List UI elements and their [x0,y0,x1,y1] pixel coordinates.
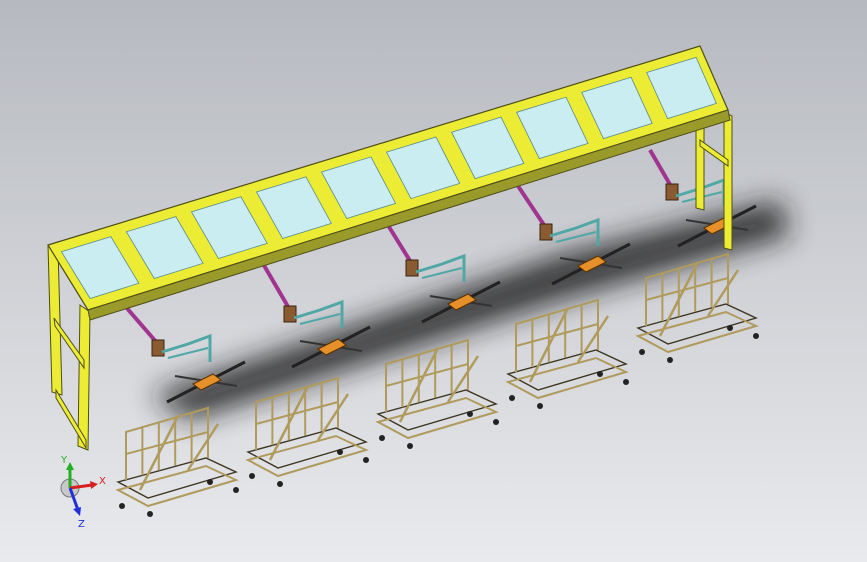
cart-wheel [667,357,673,363]
arm-motor [539,223,553,241]
cart-wheel [509,395,515,401]
cart-wheel [597,371,603,377]
cart-wheel [379,435,385,441]
cart-wheel [753,333,759,339]
right-front-leg [723,111,733,251]
assembly-scene[interactable]: Y X Z [0,0,867,562]
cart-wheel [537,403,543,409]
cart-wheel [277,481,283,487]
cart-wheel [207,479,213,485]
cart-wheel [249,473,255,479]
cart-wheel [147,511,153,517]
arm-motor [405,259,419,277]
cart-wheel [407,443,413,449]
cart-wheel [337,449,343,455]
cart-wheel [727,325,733,331]
arm-motor [665,183,679,201]
cad-viewport[interactable]: Y X Z [0,0,867,562]
cart-wheel [119,503,125,509]
cart-wheel [493,419,499,425]
triad-x-label: X [99,476,106,487]
cart-wheel [363,457,369,463]
arm-motor [151,339,165,357]
cart-wheel [233,487,239,493]
triad-y-label: Y [60,455,68,466]
cart-wheel [623,379,629,385]
cart-wheel [467,411,473,417]
triad-z-label: Z [78,519,85,530]
left-front-leg [77,304,91,451]
arm-motor [283,305,297,323]
cart-wheel [639,349,645,355]
